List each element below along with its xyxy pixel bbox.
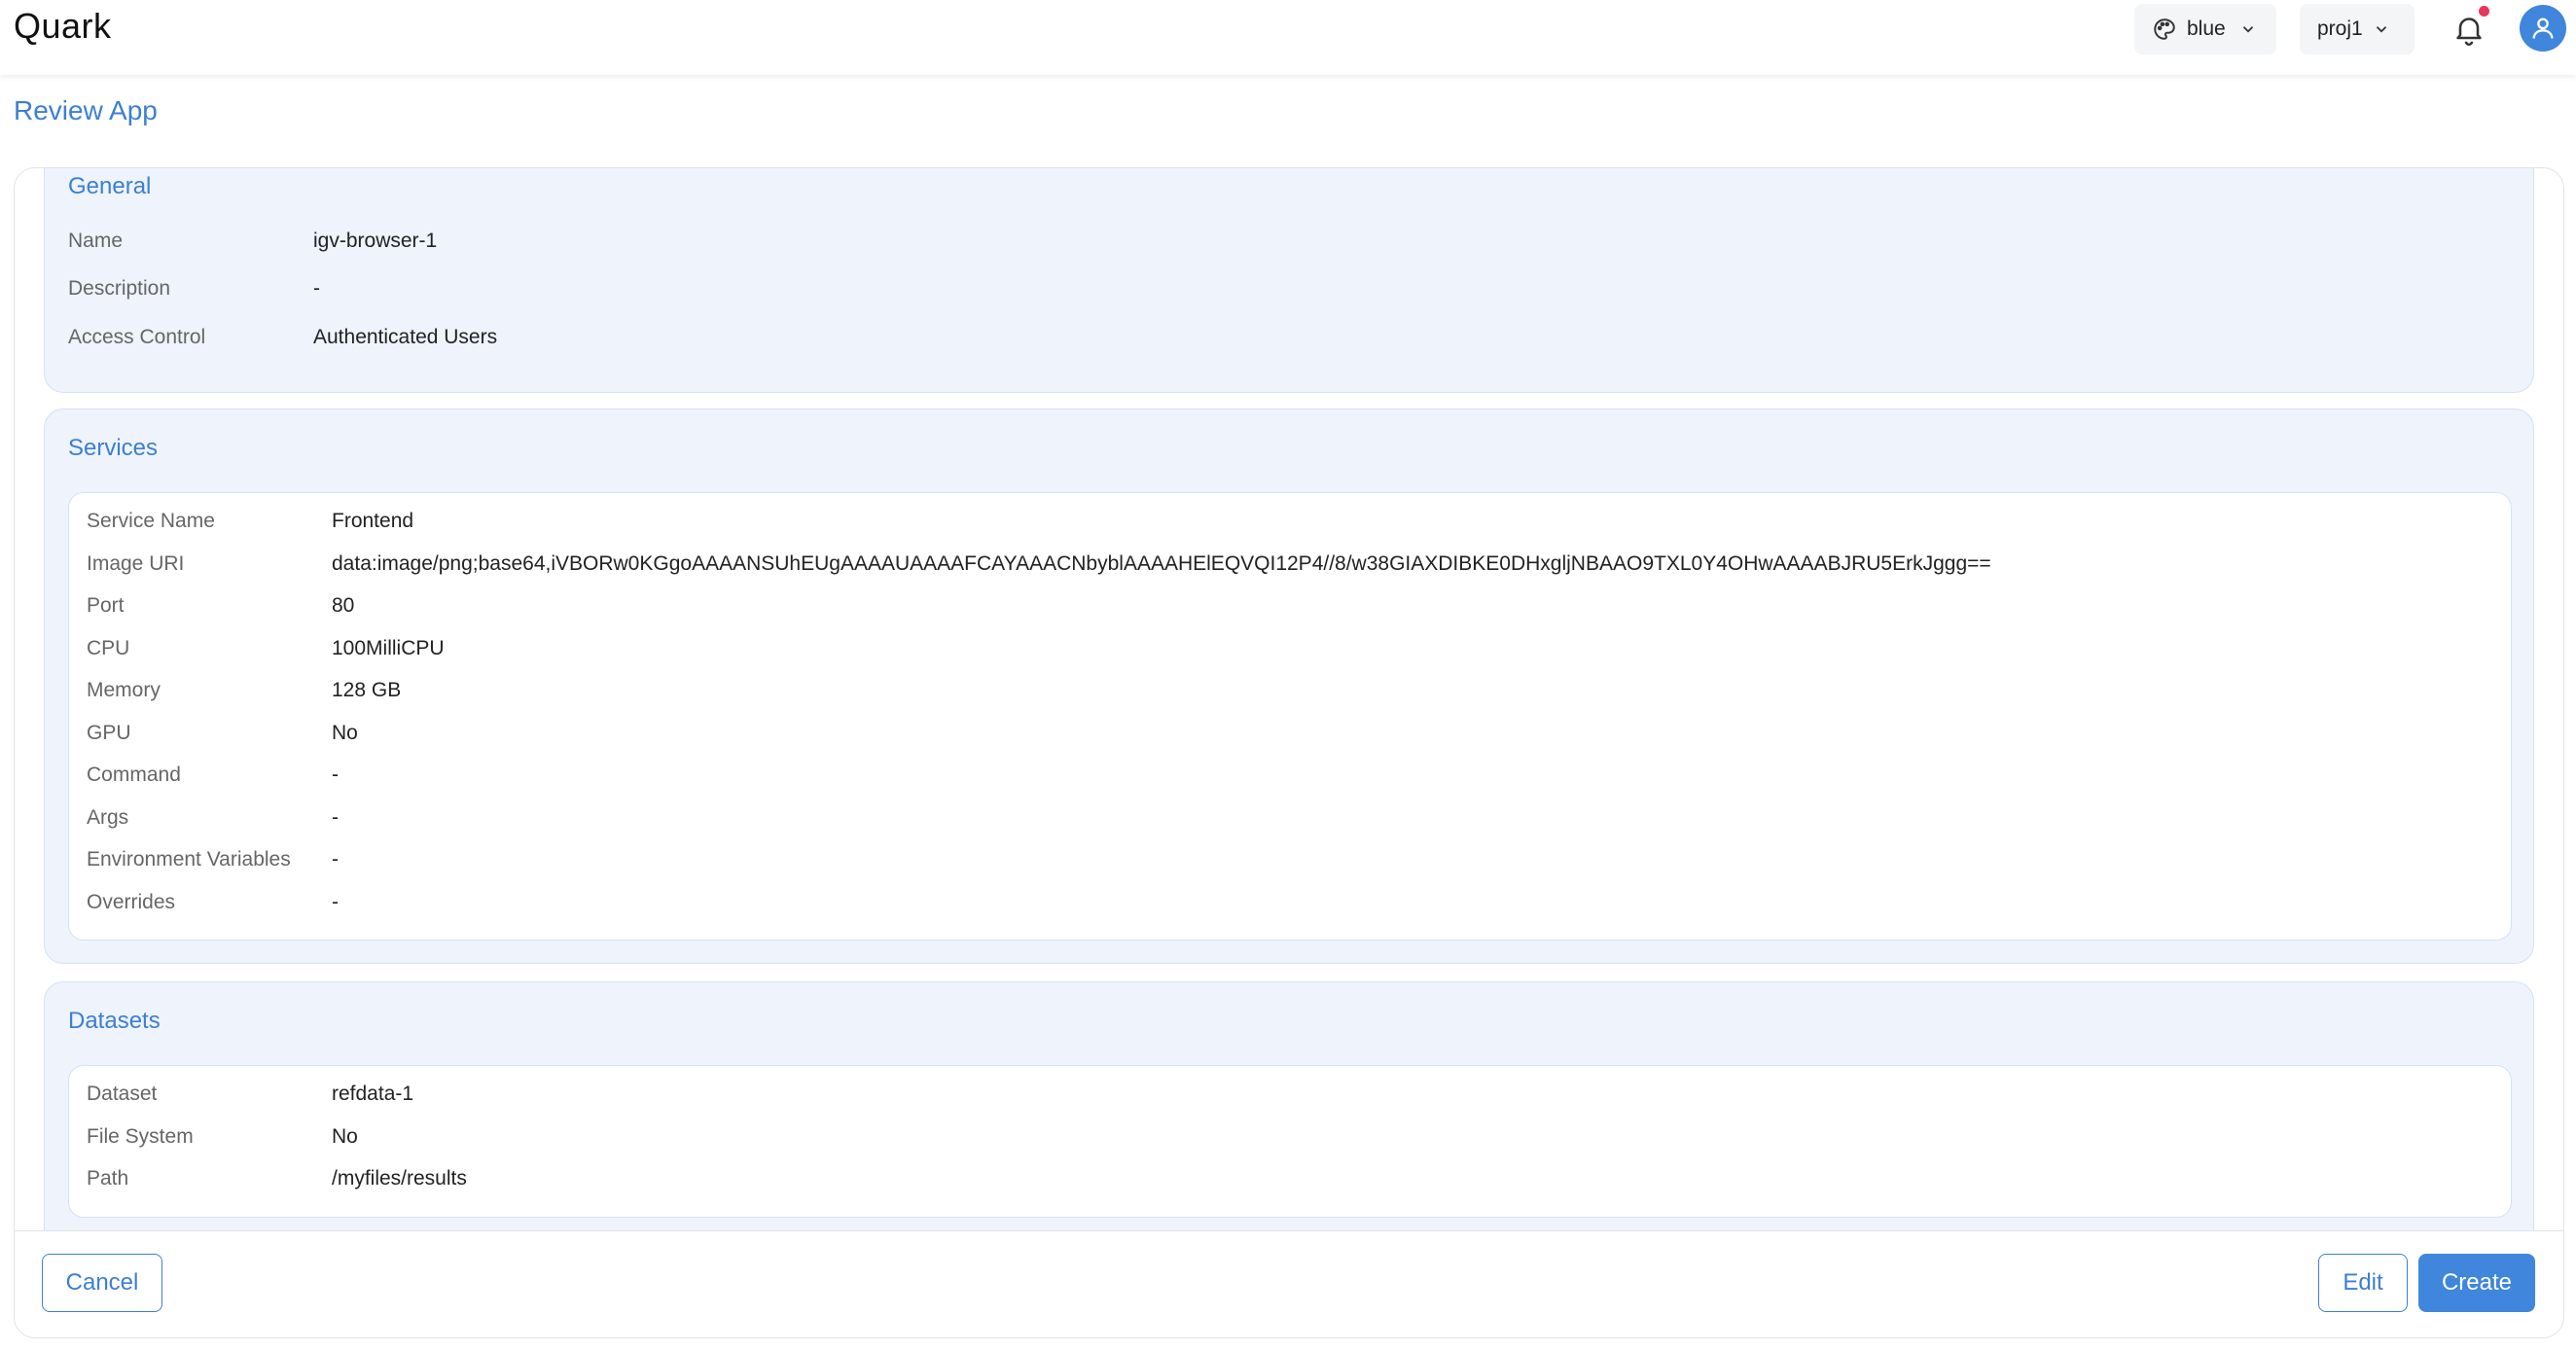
services-section-title: Services bbox=[68, 435, 159, 461]
field-label: Memory bbox=[87, 679, 161, 701]
datasets-section: Datasets Dataset refdata-1 File System N… bbox=[44, 981, 2534, 1230]
field-value: No bbox=[332, 1125, 358, 1148]
field-label: CPU bbox=[87, 637, 130, 659]
service-card: Service Name Frontend Image URI data:ima… bbox=[68, 492, 2512, 941]
edit-button[interactable]: Edit bbox=[2318, 1254, 2408, 1312]
field-label: Service Name bbox=[87, 510, 215, 532]
field-value: - bbox=[332, 891, 339, 913]
field-label: Name bbox=[68, 230, 124, 252]
field-value: 100MilliCPU bbox=[332, 637, 445, 659]
bell-icon[interactable] bbox=[2451, 12, 2487, 47]
field-label: Environment Variables bbox=[87, 848, 291, 870]
field-value: 128 GB bbox=[332, 679, 402, 701]
field-label: Dataset bbox=[87, 1083, 158, 1105]
field-label: Access Control bbox=[68, 326, 206, 348]
theme-selector[interactable]: blue bbox=[2134, 4, 2276, 54]
field-value: - bbox=[332, 764, 339, 786]
field-label: Port bbox=[87, 594, 125, 617]
field-label: File System bbox=[87, 1125, 194, 1148]
theme-selector-label: blue bbox=[2187, 18, 2226, 40]
dataset-card: Dataset refdata-1 File System No Path /m… bbox=[68, 1065, 2512, 1218]
page-title: Review App bbox=[14, 95, 158, 125]
field-label: GPU bbox=[87, 722, 131, 744]
field-label: Overrides bbox=[87, 891, 176, 913]
general-section: General Name igv-browser-1 Description -… bbox=[44, 168, 2534, 393]
field-value: - bbox=[332, 848, 339, 870]
field-label: Image URI bbox=[87, 552, 185, 575]
review-footer bbox=[15, 1230, 2563, 1337]
services-section: Services Service Name Frontend Image URI… bbox=[44, 409, 2534, 964]
field-value: igv-browser-1 bbox=[313, 230, 438, 252]
review-scroll-area[interactable]: General Name igv-browser-1 Description -… bbox=[15, 168, 2563, 1230]
chevron-down-icon bbox=[2239, 20, 2257, 38]
field-value: Frontend bbox=[332, 510, 414, 532]
field-value: /myfiles/results bbox=[332, 1167, 467, 1190]
project-selector[interactable]: proj1 bbox=[2300, 4, 2415, 54]
field-label: Command bbox=[87, 764, 181, 786]
field-value: refdata-1 bbox=[332, 1083, 414, 1105]
user-icon bbox=[2529, 15, 2557, 42]
cancel-button[interactable]: Cancel bbox=[42, 1254, 162, 1312]
notification-badge bbox=[2479, 6, 2489, 17]
user-avatar[interactable] bbox=[2520, 5, 2566, 52]
datasets-section-title: Datasets bbox=[68, 1008, 161, 1034]
field-value: No bbox=[332, 722, 358, 744]
field-value: Authenticated Users bbox=[313, 326, 498, 348]
create-button[interactable]: Create bbox=[2418, 1254, 2535, 1312]
field-label: Description bbox=[68, 277, 171, 300]
field-value: - bbox=[332, 806, 339, 829]
field-value: data:image/png;base64,iVBORw0KGgoAAAANSU… bbox=[332, 552, 1991, 575]
field-label: Path bbox=[87, 1167, 129, 1190]
field-value: 80 bbox=[332, 594, 355, 617]
palette-icon bbox=[2152, 17, 2177, 42]
review-card: General Name igv-browser-1 Description -… bbox=[14, 167, 2564, 1338]
top-header: Quark blue proj1 bbox=[0, 0, 2576, 75]
field-value: - bbox=[313, 277, 320, 300]
app-title[interactable]: Quark bbox=[14, 6, 112, 47]
general-section-title: General bbox=[68, 173, 152, 199]
chevron-down-icon bbox=[2373, 20, 2390, 38]
field-label: Args bbox=[87, 806, 129, 829]
project-selector-label: proj1 bbox=[2317, 18, 2363, 40]
